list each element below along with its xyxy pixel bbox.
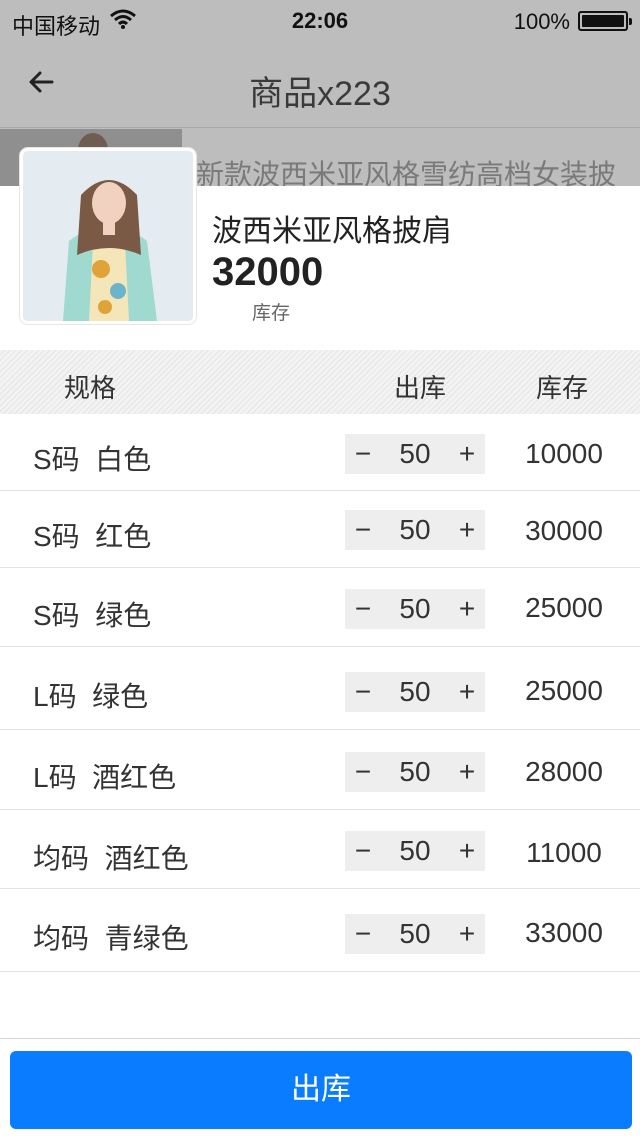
table-row: S码 白色 − 50 + 10000 (0, 414, 640, 491)
table-row: 均码 酒红色 − 50 + 11000 (0, 810, 640, 889)
decrease-button[interactable]: − (345, 510, 381, 550)
increase-button[interactable]: + (449, 831, 485, 871)
background-product-name: 新款波西米亚风格雪纺高档女装披 (196, 159, 617, 186)
product-name: 波西米亚风格披肩 (212, 215, 452, 248)
table-row: L码 酒红色 − 50 + 28000 (0, 730, 640, 810)
bottom-divider (0, 1038, 640, 1039)
increase-button[interactable]: + (449, 510, 485, 550)
row-stock: 33000 (525, 917, 603, 948)
product-image (20, 148, 196, 324)
quantity-stepper[interactable]: − 50 + (345, 831, 485, 871)
decrease-button[interactable]: − (345, 589, 381, 629)
row-stock: 30000 (525, 515, 603, 546)
increase-button[interactable]: + (449, 914, 485, 954)
row-spec: 均码 酒红色 (33, 837, 189, 877)
row-stock: 28000 (525, 756, 603, 787)
row-spec: L码 绿色 (33, 675, 148, 715)
quantity-stepper[interactable]: − 50 + (345, 752, 485, 792)
header-out: 出库 (394, 373, 447, 403)
row-size: 均码 (33, 923, 90, 954)
row-color: 青绿色 (104, 923, 189, 954)
row-size: 均码 (33, 843, 90, 874)
row-color: 红色 (95, 521, 152, 552)
row-spec: S码 绿色 (33, 594, 151, 634)
product-stock-total: 32000 (212, 250, 324, 294)
quantity-value[interactable]: 50 (381, 752, 449, 792)
row-color: 绿色 (92, 681, 149, 712)
quantity-stepper[interactable]: − 50 + (345, 589, 485, 629)
quantity-value[interactable]: 50 (381, 672, 449, 712)
row-size: S码 (33, 444, 80, 475)
battery-icon (578, 11, 632, 31)
row-size: L码 (33, 681, 77, 712)
table-row: S码 红色 − 50 + 30000 (0, 491, 640, 568)
row-spec: L码 酒红色 (33, 756, 176, 796)
quantity-stepper[interactable]: − 50 + (345, 672, 485, 712)
row-color: 白色 (95, 444, 152, 475)
increase-button[interactable]: + (449, 434, 485, 474)
quantity-stepper[interactable]: − 50 + (345, 914, 485, 954)
quantity-value[interactable]: 50 (381, 510, 449, 550)
row-color: 酒红色 (104, 843, 189, 874)
decrease-button[interactable]: − (345, 831, 381, 871)
increase-button[interactable]: + (449, 589, 485, 629)
table-row: L码 绿色 − 50 + 25000 (0, 647, 640, 730)
header-stock: 库存 (536, 373, 589, 403)
row-spec: 均码 青绿色 (33, 917, 189, 957)
row-stock: 10000 (525, 438, 603, 469)
stock-out-button[interactable]: 出库 (10, 1051, 632, 1129)
row-color: 酒红色 (92, 762, 177, 793)
page-title: 商品x223 (249, 75, 391, 113)
increase-button[interactable]: + (449, 752, 485, 792)
header-spec: 规格 (64, 373, 117, 403)
row-size: L码 (33, 762, 77, 793)
table-row: S码 绿色 − 50 + 25000 (0, 568, 640, 647)
row-color: 绿色 (95, 600, 152, 631)
row-spec: S码 红色 (33, 515, 151, 555)
battery-percentage: 100% (513, 9, 570, 34)
quantity-stepper[interactable]: − 50 + (345, 510, 485, 550)
decrease-button[interactable]: − (345, 434, 381, 474)
quantity-value[interactable]: 50 (381, 434, 449, 474)
increase-button[interactable]: + (449, 672, 485, 712)
row-size: S码 (33, 600, 80, 631)
row-stock: 25000 (525, 592, 603, 623)
table-row: 均码 青绿色 − 50 + 33000 (0, 889, 640, 972)
spec-table-header: 规格 出库 库存 (0, 350, 640, 414)
row-spec: S码 白色 (33, 438, 151, 478)
quantity-value[interactable]: 50 (381, 914, 449, 954)
quantity-stepper[interactable]: − 50 + (345, 434, 485, 474)
navigation-bar: 商品x223 (0, 40, 640, 128)
quantity-value[interactable]: 50 (381, 589, 449, 629)
status-bar: 中国移动 22:06 100% (0, 0, 640, 40)
decrease-button[interactable]: − (345, 914, 381, 954)
decrease-button[interactable]: − (345, 752, 381, 792)
quantity-value[interactable]: 50 (381, 831, 449, 871)
decrease-button[interactable]: − (345, 672, 381, 712)
row-stock: 11000 (526, 837, 602, 868)
product-stock-label: 库存 (252, 303, 291, 324)
row-stock: 25000 (525, 675, 603, 706)
row-size: S码 (33, 521, 80, 552)
